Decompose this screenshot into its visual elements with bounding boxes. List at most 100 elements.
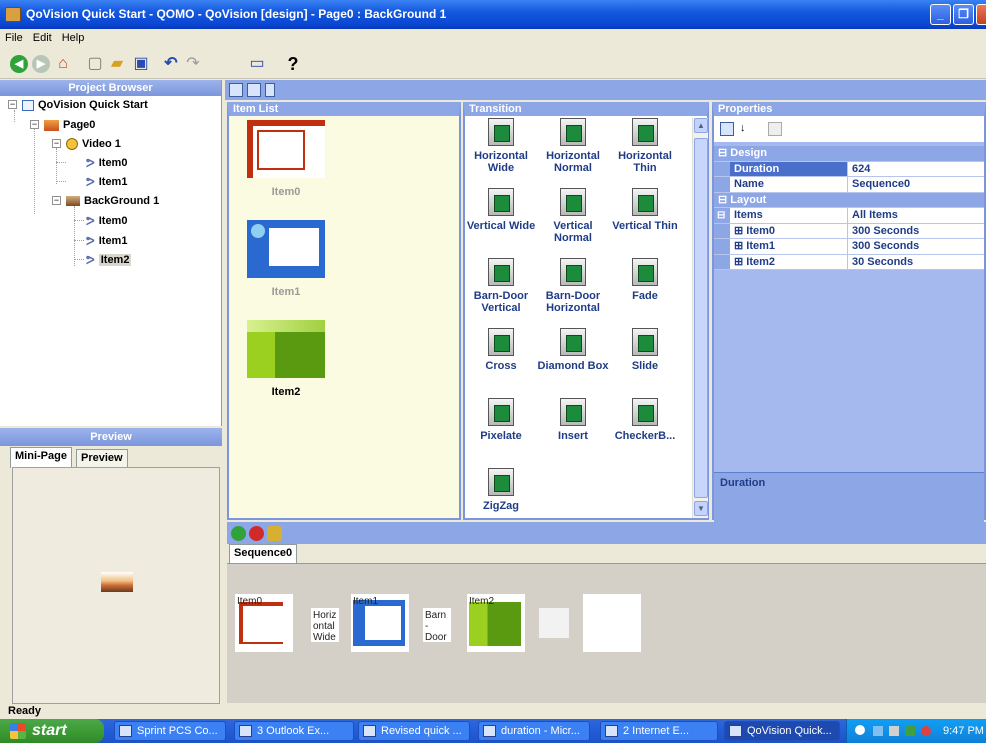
menu-bar: File Edit Help [0,29,986,49]
sequence-settings-icon[interactable] [267,526,282,541]
transition-slide[interactable]: Slide [607,328,683,372]
security-icon[interactable] [921,726,931,736]
property-item1[interactable]: ⊞ Item1 300 Seconds [714,239,984,255]
collapse-icon[interactable]: − [52,196,61,205]
undo-icon[interactable]: ↶ [160,53,182,75]
minimize-button[interactable]: _ [930,4,951,25]
tree-video-item1[interactable]: ᕗ Item1 [86,173,127,191]
forward-icon[interactable]: ▶ [32,55,50,73]
tree-page0[interactable]: − Page0 [30,116,95,134]
sequence-card-item0-label: Item0 [237,596,263,607]
panel-toolbar [225,80,986,100]
transition-vertical-wide[interactable]: Vertical Wide [463,188,539,232]
remove-sequence-icon[interactable] [249,526,264,541]
close-button[interactable] [976,4,986,25]
transition-label: Horizontal Normal [546,150,600,174]
collapse-icon[interactable]: − [30,120,39,129]
sequence-card-item2-label: Item2 [469,596,495,607]
tree-video-item0[interactable]: ᕗ Item0 [86,154,127,172]
property-duration[interactable]: Duration 624 [714,161,984,177]
property-pages-icon[interactable] [768,122,782,136]
categorized-icon[interactable] [720,122,734,136]
tree-video1[interactable]: − Video 1 [52,135,121,153]
volume-icon[interactable] [889,726,899,736]
category-layout[interactable]: ⊟ Layout [714,192,984,208]
mini-page-thumbnail[interactable] [101,572,133,592]
tree-bg-item1[interactable]: ᕗ Item1 [86,232,127,250]
transition-scrollbar[interactable]: ▲ ▼ [692,118,708,518]
transition-vertical-normal[interactable]: Vertical Normal [535,188,611,244]
task-outlook-express[interactable]: 3 Outlook Ex... [234,721,354,741]
property-name[interactable]: Name Sequence0 [714,177,984,193]
tab-sequence0[interactable]: Sequence0 [229,544,298,565]
property-item0[interactable]: ⊞ Item0 300 Seconds [714,223,984,239]
task-sprint-pcs[interactable]: Sprint PCS Co... [114,721,226,741]
tree-bg-item2[interactable]: ᕗ Item2 [86,251,132,269]
transition-horizontal-thin[interactable]: Horizontal Thin [607,118,683,174]
category-design[interactable]: ⊟ Design [714,146,984,162]
save-icon[interactable]: ▣ [130,53,152,75]
tab-preview[interactable]: Preview [76,449,128,468]
open-folder-icon[interactable]: ▰ [106,53,128,75]
property-grid: ⊟ Design Duration 624 Name Sequence0 ⊟ L… [714,146,984,270]
help-icon[interactable]: ? [282,53,304,75]
network-icon[interactable] [873,726,883,736]
property-items[interactable]: ⊟ Items All Items [714,208,984,224]
menu-help[interactable]: Help [57,29,90,47]
delete-item-icon[interactable] [265,83,275,97]
new-file-icon[interactable]: ▢ [84,53,106,75]
status-text: Ready [8,705,42,717]
item1-thumbnail[interactable] [247,220,325,278]
tree-background1[interactable]: − BackGround 1 [52,192,159,210]
collapse-icon[interactable]: − [52,139,61,148]
preview-title: Preview [0,428,222,446]
tab-mini-page[interactable]: Mini-Page [10,447,72,468]
monitor-icon[interactable]: ▭ [246,53,268,75]
redo-icon[interactable]: ↷ [182,53,204,75]
transition-horizontal-normal[interactable]: Horizontal Normal [535,118,611,174]
transition-insert[interactable]: Insert [535,398,611,442]
sequence-toolbar [227,522,986,544]
chevron-left-icon[interactable] [855,725,865,735]
sequence-transition-2[interactable]: Barn - Door [423,608,451,642]
add-sequence-icon[interactable] [231,526,246,541]
user-icon[interactable] [905,726,915,736]
transition-horizontal-wide[interactable]: Horizontal Wide [463,118,539,174]
task-duration[interactable]: duration - Micr... [478,721,590,741]
menu-file[interactable]: File [0,29,28,47]
scroll-down-button[interactable]: ▼ [694,501,708,516]
transition-cross[interactable]: Cross [463,328,539,372]
task-qovision[interactable]: QoVision Quick... [724,721,840,741]
transition-zigzag[interactable]: ZigZag [463,468,539,512]
transition-diamond-box[interactable]: Diamond Box [535,328,611,372]
item0-thumbnail[interactable] [247,120,325,178]
scroll-thumb[interactable] [694,138,708,498]
restore-button[interactable]: ❐ [953,4,974,25]
sequence-card-item1-label: Item1 [353,596,379,607]
transition-barn-door-horizontal[interactable]: Barn-Door Horizontal [535,258,611,314]
home-icon[interactable]: ⌂ [52,53,74,75]
menu-edit[interactable]: Edit [28,29,57,47]
collapse-icon[interactable]: − [8,100,17,109]
app-icon[interactable] [5,7,21,22]
transition-checkerb[interactable]: CheckerB... [607,398,683,442]
task-revised-quick[interactable]: Revised quick ... [358,721,470,741]
task-internet-explorer[interactable]: 2 Internet E... [600,721,718,741]
sequence-empty-slot[interactable] [539,608,569,638]
tree-root[interactable]: − QoVision Quick Start [8,96,148,114]
scroll-up-button[interactable]: ▲ [694,118,708,133]
transition-pixelate[interactable]: Pixelate [463,398,539,442]
transition-icon [560,188,586,216]
sequence-transition-1[interactable]: Horiz ontal Wide [311,608,339,642]
transition-vertical-thin[interactable]: Vertical Thin [607,188,683,232]
add-item-icon[interactable] [229,83,243,97]
transition-barn-door-vertical[interactable]: Barn-Door Vertical [463,258,539,314]
back-icon[interactable]: ◀ [10,55,28,73]
tree-bg-item0[interactable]: ᕗ Item0 [86,212,127,230]
property-item2[interactable]: ⊞ Item2 30 Seconds [714,254,984,270]
sequence-empty-card[interactable] [583,594,641,652]
alphabetical-icon[interactable]: ↓ [740,122,754,136]
transition-fade[interactable]: Fade [607,258,683,302]
item2-thumbnail[interactable] [247,320,325,378]
edit-item-icon[interactable] [247,83,261,97]
